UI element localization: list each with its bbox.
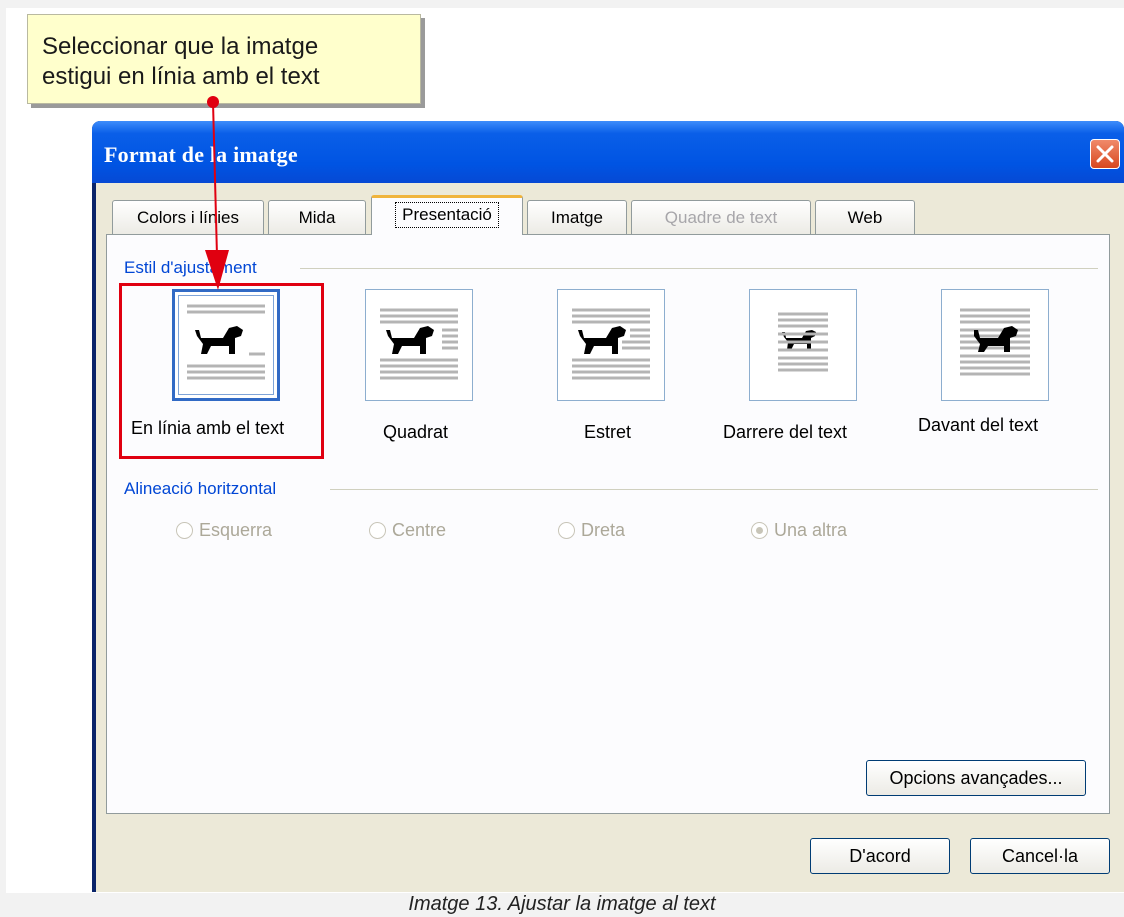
radio-circle — [176, 522, 193, 539]
callout-line-2: estigui en línia amb el text — [42, 63, 320, 90]
square-wrap-icon — [380, 308, 458, 380]
radio-circle — [369, 522, 386, 539]
tab-label: Presentació — [395, 202, 499, 228]
align-left-radio: Esquerra — [176, 520, 272, 541]
radio-circle-checked — [751, 522, 768, 539]
wrap-tight-label: Estret — [584, 422, 632, 442]
wrap-front-label: Davant del text — [918, 415, 1039, 435]
tab-label: Web — [847, 208, 883, 227]
tab-label: Mida — [298, 208, 336, 227]
callout-line-1: Seleccionar que la imatge — [42, 33, 319, 60]
tab-label: Imatge — [551, 208, 603, 227]
tight-wrap-icon — [572, 308, 650, 380]
radio-label: Centre — [392, 520, 447, 540]
wrap-behind-label: Darrere del text — [723, 422, 848, 442]
group-divider — [300, 268, 1098, 269]
radio-label: Esquerra — [199, 520, 273, 540]
close-icon — [1096, 145, 1114, 163]
tab-web[interactable]: Web — [815, 200, 915, 234]
tab-colors-lines[interactable]: Colors i línies — [112, 200, 264, 234]
align-other-radio: Una altra — [751, 520, 847, 541]
tab-label: Quadre de text — [664, 208, 778, 227]
tab-size[interactable]: Mida — [268, 200, 366, 234]
wrap-square-label: Quadrat — [383, 422, 449, 442]
tab-text-box: Quadre de text — [631, 200, 811, 234]
advanced-options-button[interactable]: Opcions avançades... — [866, 760, 1086, 796]
tab-layout[interactable]: Presentació — [371, 195, 523, 235]
highlight-box — [119, 283, 324, 459]
title-bar[interactable]: Format de la imatge — [92, 121, 1124, 183]
wrap-style-heading: Estil d'ajustament — [124, 258, 265, 278]
wrap-square-option[interactable] — [365, 289, 473, 401]
group-divider — [330, 489, 1098, 490]
align-center-radio: Centre — [369, 520, 446, 541]
radio-circle — [558, 522, 575, 539]
horizontal-alignment-heading: Alineació horitzontal — [124, 479, 285, 499]
annotation-callout: Seleccionar que la imatge estigui en lín… — [27, 14, 421, 104]
cancel-button[interactable]: Cancel·la — [970, 838, 1110, 874]
wrap-front-box[interactable] — [941, 289, 1049, 401]
wrap-front-option[interactable] — [941, 289, 1049, 401]
wrap-behind-option[interactable] — [749, 289, 857, 401]
ok-button[interactable]: D'acord — [810, 838, 950, 874]
wrap-square-box[interactable] — [365, 289, 473, 401]
tab-label: Colors i línies — [136, 208, 240, 227]
wrap-tight-option[interactable] — [557, 289, 665, 401]
align-right-radio: Dreta — [558, 520, 625, 541]
wrap-tight-box[interactable] — [557, 289, 665, 401]
radio-label: Dreta — [581, 520, 626, 540]
radio-label: Una altra — [774, 520, 848, 540]
close-button[interactable] — [1090, 139, 1120, 169]
wrap-behind-box[interactable] — [749, 289, 857, 401]
dialog-title: Format de la imatge — [104, 142, 298, 167]
figure-caption: Imatge 13. Ajustar la imatge al text — [408, 893, 716, 915]
front-text-icon — [960, 308, 1030, 376]
tab-picture[interactable]: Imatge — [527, 200, 627, 234]
behind-text-icon — [778, 312, 828, 372]
